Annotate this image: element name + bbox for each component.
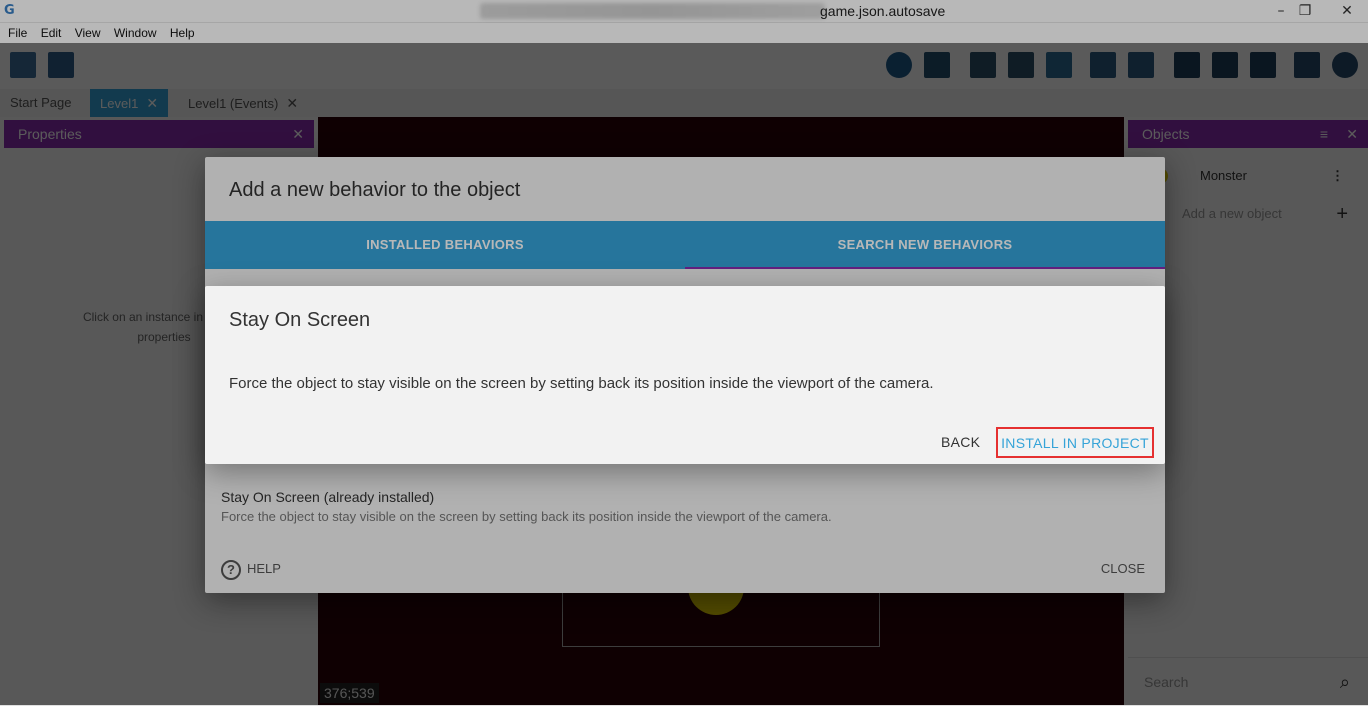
detail-description: Force the object to stay visible on the …	[229, 375, 934, 392]
behavior-detail-dialog: Stay On Screen Force the object to stay …	[205, 286, 1165, 464]
back-button[interactable]: BACK	[935, 427, 986, 457]
install-in-project-button[interactable]: INSTALL IN PROJECT	[996, 427, 1154, 458]
detail-title: Stay On Screen	[229, 309, 371, 331]
